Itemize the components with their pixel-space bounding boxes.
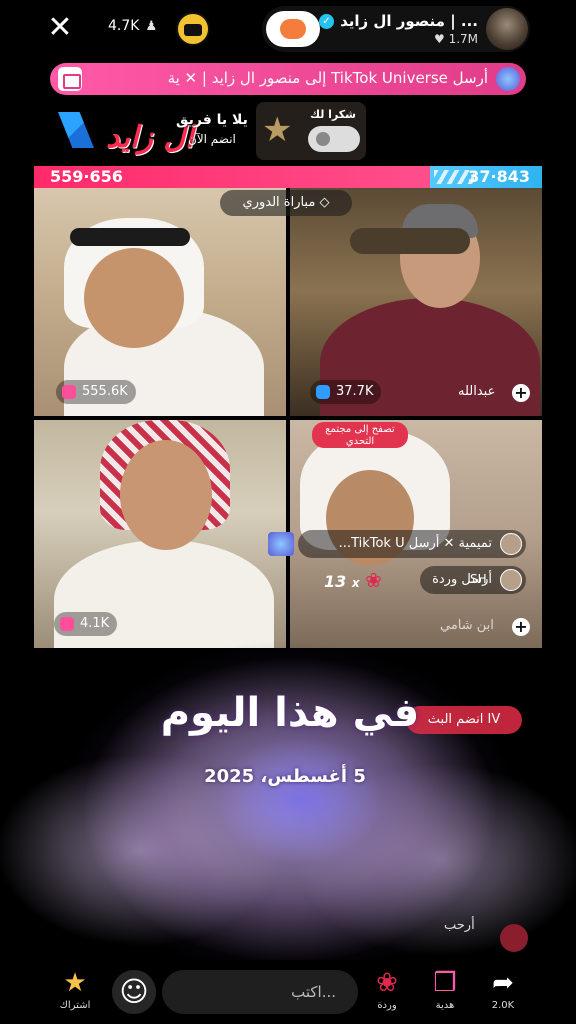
comment-input[interactable]: ...اكتب [162, 970, 358, 1014]
guest-3-score: 4.1K [80, 616, 110, 631]
host-avatar[interactable] [486, 8, 528, 50]
verified-icon: ✓ [319, 14, 334, 29]
guest-1-score: 555.6K [82, 384, 128, 399]
emoji-icon[interactable]: ☺ [112, 970, 156, 1014]
guest-video-tile-1[interactable]: 555.6K [34, 188, 286, 416]
rose-combo: 13 x ❀ [324, 568, 382, 592]
promo-row: ال زايد يلا يا فريق انضم الآن ★ شكرا لك [0, 102, 576, 160]
welcome-comment: أرحب [444, 918, 475, 933]
star-icon: ★ [262, 110, 293, 150]
gift-announcement-banner[interactable]: ‏أرسل TikTok Universe إلى منصور ال زايد … [50, 63, 526, 95]
close-icon[interactable]: ✕ [44, 12, 76, 44]
team-join-link[interactable]: انضم الآن [188, 132, 236, 146]
guest-3-face [120, 440, 212, 550]
gift-message-1-text: تميمية ✕ أرسل TikTok U... [338, 536, 492, 551]
guest-3-score-pill: 4.1K [54, 612, 118, 636]
on-this-day-title: في هذا اليوم [160, 690, 420, 736]
rose-icon: ❀ [365, 568, 382, 592]
host-likes: ♥ 1.7M [434, 32, 478, 46]
gift-icon: ❒ [433, 968, 457, 998]
host-likes-value: 1.7M [448, 32, 478, 46]
subscribe-button[interactable]: ★ اشتراك [52, 966, 98, 1011]
multi-guest-grid: 555.6K 37.7K عبدالله + ◇ مباراة الدوري 4… [34, 188, 542, 648]
gift-message-1: تميمية ✕ أرسل TikTok U... [298, 530, 526, 558]
team-logo-icon [58, 112, 94, 148]
rose-gift-button[interactable]: ❀ وردة [364, 966, 410, 1011]
follow-button[interactable] [266, 11, 320, 47]
gift-announcement-text: ‏أرسل TikTok Universe إلى منصور ال زايد … [167, 69, 488, 87]
viewer-count[interactable]: 4.7K ♟ [108, 18, 157, 34]
universe-gift-icon [268, 532, 294, 556]
follow-icon [280, 19, 306, 39]
guest-2-name: عبدالله [458, 384, 496, 399]
join-stream-label: انضم البث [427, 712, 484, 727]
join-level-label: IV [487, 712, 501, 727]
thanks-label: شكرا لك [309, 108, 356, 121]
top-gifter-badge-icon[interactable] [176, 12, 210, 46]
guest-video-tile-3[interactable]: 4.1K [34, 420, 286, 648]
rose-label: وردة [377, 1000, 397, 1011]
community-challenge-badge[interactable]: تصفح إلى مجتمع التحدي [312, 422, 408, 448]
person-icon: ♟ [145, 18, 158, 34]
commenter-avatar[interactable] [500, 924, 528, 952]
subscribe-label: اشتراك [59, 1000, 91, 1011]
guest-1-agal [70, 228, 190, 246]
guest-2-hand [350, 228, 470, 254]
league-match-label: مباراة الدوري [242, 195, 316, 210]
rose-combo-count: 13 [324, 572, 347, 591]
score-left-value: 559·656 [50, 167, 123, 186]
score-right-value: 37·843 [468, 167, 530, 186]
gift-button[interactable]: ❒ هدية [422, 966, 468, 1011]
heart-icon: ♥ [433, 32, 445, 46]
host-info-pill[interactable]: ✓ منصور ال زايد | ... ♥ 1.7M [262, 6, 530, 52]
on-this-day-date: 5 أغسطس، 2025 [204, 766, 366, 787]
host-name: منصور ال زايد | ... [340, 12, 478, 30]
top-bar: ✕ 4.7K ♟ ✓ منصور ال زايد | ... ♥ 1.7M [0, 0, 576, 58]
team-promo-title: يلا يا فريق [176, 112, 248, 128]
guest-4-add-icon[interactable]: + [512, 618, 530, 636]
gift-box-icon [58, 67, 82, 91]
guest-2-add-icon[interactable]: + [512, 384, 530, 402]
battle-score-bar: 559·656 37·843 [34, 166, 542, 188]
guest-2-score: 37.7K [336, 384, 374, 399]
guest-video-tile-2[interactable]: 37.7K عبدالله + [290, 188, 542, 416]
share-icon: ➦ [492, 968, 514, 998]
guest-4-name: ابن شامي [440, 618, 494, 633]
rose-icon: ❀ [376, 968, 398, 998]
score-left-side: 559·656 [34, 166, 431, 188]
share-count: 2.0K [491, 1000, 515, 1011]
score-divider [434, 170, 474, 184]
viewer-count-label: 4.7K [108, 18, 140, 34]
gift-sender-2-avatar [500, 569, 522, 591]
thanks-card[interactable]: ★ شكرا لك [256, 102, 366, 160]
gift-label: هدية [435, 1000, 455, 1011]
thanks-toggle[interactable] [308, 126, 360, 152]
gift-sender-2-name: SH [470, 572, 487, 586]
gift-sender-1-avatar [500, 533, 522, 555]
diamond-icon: ◇ [319, 195, 330, 210]
star-badge-icon: ★ [63, 968, 87, 998]
guest-1-face [84, 248, 184, 348]
rose-combo-mult: x [351, 576, 360, 590]
guest-1-score-pill: 555.6K [56, 380, 136, 404]
join-stream-chip[interactable]: IV انضم البث [406, 706, 522, 734]
league-match-chip[interactable]: ◇ مباراة الدوري [220, 190, 352, 216]
universe-gift-icon [496, 67, 520, 91]
guest-2-score-pill: 37.7K [310, 380, 382, 404]
share-button[interactable]: ➦ 2.0K [480, 966, 526, 1011]
